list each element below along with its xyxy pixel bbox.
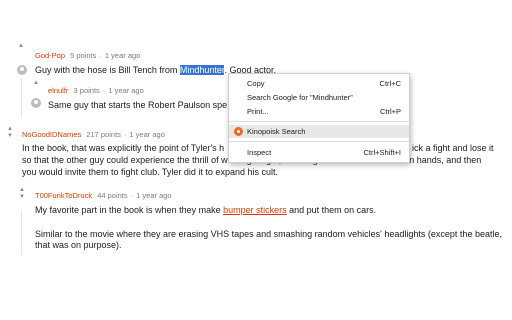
upvote-icon[interactable]: ▲: [33, 80, 39, 87]
menu-item-print[interactable]: Print... Ctrl+P: [229, 105, 409, 118]
vote-controls: ▲: [31, 80, 41, 87]
avatar: [17, 65, 27, 75]
vote-controls: ▲ ▼: [5, 126, 15, 140]
comment-time: 1 year ago: [136, 191, 172, 200]
comment-username[interactable]: T00FunkToDruck: [35, 191, 92, 200]
avatar: [31, 98, 41, 108]
shortcut-label: Ctrl+Shift+I: [363, 148, 401, 157]
context-menu: Copy Ctrl+C Search Google for "Mindhunte…: [228, 73, 410, 163]
comment-meta: elnulfr 3 points · 1 year ago: [48, 86, 144, 95]
comment: T00FunkToDruck 44 points · 1 year ago My f…: [35, 191, 505, 252]
upvote-icon[interactable]: ▲: [18, 43, 24, 50]
comment-username[interactable]: elnulfr: [48, 86, 68, 95]
menu-item-inspect[interactable]: Inspect Ctrl+Shift+I: [229, 146, 409, 159]
menu-separator: [229, 121, 409, 122]
comment-time: 1 year ago: [104, 51, 141, 60]
comment-time: 1 year ago: [129, 130, 165, 139]
comment-username[interactable]: God-Pop: [35, 51, 65, 60]
kinopoisk-icon: [234, 127, 243, 136]
comment-points: 44 points: [97, 191, 128, 200]
thread-line[interactable]: [21, 210, 22, 255]
comment-points: 3 points: [73, 86, 100, 95]
downvote-icon[interactable]: ▼: [19, 194, 25, 201]
shortcut-label: Ctrl+P: [379, 107, 401, 116]
comment-points: 5 points: [70, 51, 97, 60]
vote-controls: ▲: [16, 43, 26, 50]
menu-item-copy[interactable]: Copy Ctrl+C: [229, 77, 409, 90]
comment: elnulfr 3 points · 1 year ago Same guy tha…: [48, 86, 228, 112]
comment-meta: God-Pop 5 points · 1 year ago: [35, 51, 141, 60]
thread-line[interactable]: [21, 78, 22, 118]
comment-body: Same guy that starts the Robert Paulson …: [48, 100, 228, 110]
comment-meta: T00FunkToDruck 44 points · 1 year ago: [35, 191, 172, 200]
comment-points: 217 points: [86, 130, 121, 139]
menu-item-search-google[interactable]: Search Google for "Mindhunter": [229, 91, 409, 104]
comment-body: My favorite part in the book is when the…: [35, 205, 502, 250]
comment-username[interactable]: NoGoodIDNames: [22, 130, 81, 139]
upvote-icon[interactable]: ▲: [7, 126, 13, 133]
selected-text[interactable]: Mindhunter: [179, 65, 225, 75]
bumper-stickers-link[interactable]: bumper stickers: [223, 205, 287, 215]
menu-separator: [229, 141, 409, 142]
menu-item-kinopoisk-search[interactable]: Kinopoisk Search: [229, 125, 409, 138]
comment-time: 1 year ago: [108, 86, 144, 95]
upvote-icon[interactable]: ▲: [19, 187, 25, 194]
vote-controls: ▲ ▼: [17, 187, 27, 201]
downvote-icon[interactable]: ▼: [7, 133, 13, 140]
shortcut-label: Ctrl+C: [379, 79, 401, 88]
